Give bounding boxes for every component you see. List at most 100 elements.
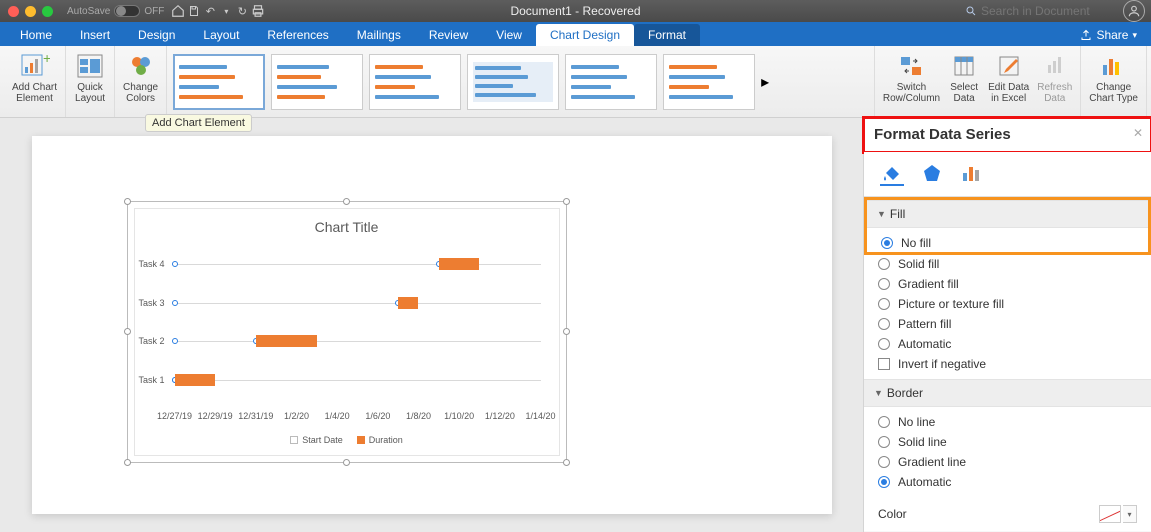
change-colors-button[interactable]: Change Colors: [121, 50, 160, 106]
fill-option-no-fill[interactable]: No fill: [881, 236, 1134, 250]
share-button[interactable]: Share ▾: [1072, 24, 1145, 46]
select-data-button[interactable]: Select Data: [946, 50, 982, 106]
color-label: Color: [878, 507, 907, 521]
quick-layout-button[interactable]: Quick Layout: [72, 50, 108, 106]
radio-icon: [878, 338, 890, 350]
print-icon[interactable]: [250, 3, 266, 19]
fill-option-label: Gradient fill: [898, 277, 959, 291]
fill-option-pattern[interactable]: Pattern fill: [878, 317, 1137, 331]
category-label: Task 3: [139, 298, 165, 308]
chart-selection[interactable]: Chart Title Task 4Task 3Task 2Task 1 12/…: [127, 201, 567, 463]
effects-tab[interactable]: [920, 162, 944, 186]
radio-icon: [878, 476, 890, 488]
bar-duration[interactable]: [175, 374, 216, 386]
fill-option-gradient[interactable]: Gradient fill: [878, 277, 1137, 291]
save-icon[interactable]: [186, 3, 202, 19]
refresh-data-label: Refresh Data: [1037, 82, 1072, 104]
fill-line-tab[interactable]: [880, 162, 904, 186]
fill-option-automatic[interactable]: Automatic: [878, 337, 1137, 351]
chart-style-3[interactable]: [369, 54, 461, 110]
chart-style-1[interactable]: [173, 54, 265, 110]
x-tick-label: 1/10/20: [444, 411, 474, 421]
bar-duration[interactable]: [256, 335, 317, 347]
border-option-automatic[interactable]: Automatic: [878, 475, 1137, 489]
legend-label-duration: Duration: [369, 435, 403, 445]
chart-styles-more-button[interactable]: ▸: [761, 72, 769, 92]
tab-home[interactable]: Home: [6, 24, 66, 46]
zoom-window-button[interactable]: [42, 6, 53, 17]
tab-chart-design[interactable]: Chart Design: [536, 24, 634, 46]
checkbox-icon: [878, 358, 890, 370]
fill-option-label: Picture or texture fill: [898, 297, 1004, 311]
resize-handle-mr[interactable]: [563, 328, 570, 335]
category-label: Task 4: [139, 259, 165, 269]
change-colors-icon: [125, 52, 157, 80]
radio-icon: [881, 237, 893, 249]
paint-bucket-icon: [882, 163, 902, 183]
fill-option-picture[interactable]: Picture or texture fill: [878, 297, 1137, 311]
search-field[interactable]: [959, 4, 1117, 18]
undo-icon[interactable]: ↶: [202, 3, 218, 19]
redo-icon[interactable]: ↻: [234, 3, 250, 19]
chart-style-6[interactable]: [663, 54, 755, 110]
resize-handle-tl[interactable]: [124, 198, 131, 205]
close-window-button[interactable]: [8, 6, 19, 17]
refresh-icon: [1039, 52, 1071, 80]
chart-style-2[interactable]: [271, 54, 363, 110]
tab-format[interactable]: Format: [634, 24, 700, 46]
color-dropdown-button[interactable]: ▾: [1123, 505, 1137, 523]
fill-section-header[interactable]: ▼ Fill: [867, 200, 1148, 228]
resize-handle-bl[interactable]: [124, 459, 131, 466]
border-option-gradient-line[interactable]: Gradient line: [878, 455, 1137, 469]
account-icon[interactable]: [1123, 0, 1145, 22]
add-chart-element-button[interactable]: + Add Chart Element: [10, 50, 59, 106]
radio-icon: [878, 436, 890, 448]
category-label: Task 2: [139, 336, 165, 346]
chart[interactable]: Chart Title Task 4Task 3Task 2Task 1 12/…: [134, 208, 560, 456]
pentagon-icon: [923, 164, 941, 182]
chart-style-5[interactable]: [565, 54, 657, 110]
tab-references[interactable]: References: [253, 24, 342, 46]
add-chart-element-label: Add Chart Element: [12, 82, 57, 104]
chart-title[interactable]: Chart Title: [135, 209, 559, 241]
bar-duration[interactable]: [398, 297, 418, 309]
bar-duration[interactable]: [439, 258, 480, 270]
autosave-toggle[interactable]: AutoSave OFF: [67, 5, 164, 17]
border-option-solid-line[interactable]: Solid line: [878, 435, 1137, 449]
border-color-picker[interactable]: ▾: [1099, 505, 1137, 523]
search-icon: [965, 5, 977, 17]
tab-review[interactable]: Review: [415, 24, 482, 46]
edit-data-excel-button[interactable]: Edit Data in Excel: [986, 50, 1031, 106]
x-tick-label: 1/2/20: [284, 411, 309, 421]
tab-layout[interactable]: Layout: [189, 24, 253, 46]
fill-option-solid[interactable]: Solid fill: [878, 257, 1137, 271]
invert-label: Invert if negative: [898, 357, 986, 371]
border-option-no-line[interactable]: No line: [878, 415, 1137, 429]
switch-row-column-button[interactable]: Switch Row/Column: [881, 50, 942, 106]
add-chart-element-icon: +: [19, 52, 51, 80]
document-canvas[interactable]: Chart Title Task 4Task 3Task 2Task 1 12/…: [0, 118, 863, 532]
invert-if-negative-checkbox[interactable]: Invert if negative: [878, 357, 1137, 371]
resize-handle-tm[interactable]: [343, 198, 350, 205]
resize-handle-bm[interactable]: [343, 459, 350, 466]
border-section-header[interactable]: ▼ Border: [864, 379, 1151, 407]
plot-area[interactable]: Task 4Task 3Task 2Task 1: [175, 245, 541, 399]
search-input[interactable]: [981, 4, 1111, 18]
tab-design[interactable]: Design: [124, 24, 189, 46]
series-options-tab[interactable]: [960, 162, 984, 186]
resize-handle-ml[interactable]: [124, 328, 131, 335]
chart-legend[interactable]: Start Date Duration: [135, 435, 559, 445]
quick-layout-icon: [74, 52, 106, 80]
chart-style-4[interactable]: [467, 54, 559, 110]
minimize-window-button[interactable]: [25, 6, 36, 17]
undo-dropdown-icon[interactable]: ▾: [218, 3, 234, 19]
resize-handle-br[interactable]: [563, 459, 570, 466]
refresh-data-button[interactable]: Refresh Data: [1035, 50, 1074, 106]
change-chart-type-button[interactable]: Change Chart Type: [1087, 50, 1140, 106]
tab-view[interactable]: View: [482, 24, 536, 46]
pane-close-button[interactable]: ✕: [1133, 126, 1143, 140]
home-icon[interactable]: [170, 3, 186, 19]
resize-handle-tr[interactable]: [563, 198, 570, 205]
tab-mailings[interactable]: Mailings: [343, 24, 415, 46]
tab-insert[interactable]: Insert: [66, 24, 124, 46]
